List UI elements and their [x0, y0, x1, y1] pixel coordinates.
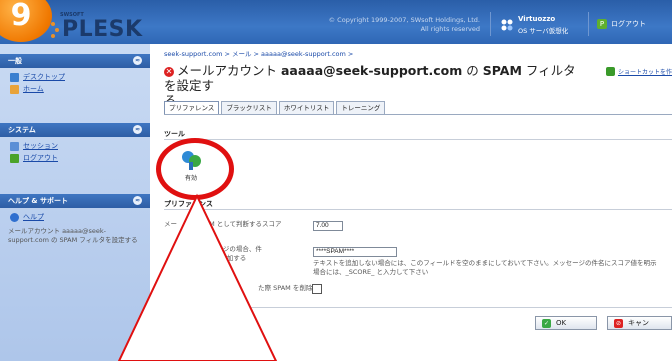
sessions-icon [10, 141, 19, 151]
spam-filter-icon: ✕ [164, 67, 174, 77]
virtuozzo-subtitle[interactable]: OS サーバ仮想化 [518, 25, 568, 35]
desktop-icon [10, 72, 19, 82]
help-icon [10, 212, 19, 222]
tab-whitelist[interactable]: ホワイトリスト [278, 101, 335, 115]
cancel-button[interactable]: ⊘ キャン [607, 316, 672, 330]
subject-label: したメッセージの場合、件 テキストを追加する [184, 245, 262, 262]
header-logout-button[interactable]: P ログアウト [597, 19, 646, 29]
collapse-icon[interactable]: ≈ [133, 196, 142, 205]
home-icon [10, 84, 19, 94]
spam-subject-input[interactable] [313, 247, 397, 257]
collapse-icon[interactable]: ≈ [133, 125, 142, 134]
sidebar-item-logout[interactable]: ログアウト [0, 152, 150, 164]
delete-spam-checkbox[interactable] [312, 284, 322, 294]
sidebar-item-desktop[interactable]: デスクトップ [0, 71, 150, 83]
virtuozzo-title[interactable]: Virtuozzo [518, 15, 555, 23]
score-label: メー SPAM として判断するスコア [164, 220, 282, 228]
plesk-logo-mark-icon [51, 22, 59, 38]
highlight-circle [156, 138, 234, 200]
panel-header-help[interactable]: ヘルプ & サポート ≈ [0, 194, 150, 208]
header-logout-label: ログアウト [611, 20, 646, 28]
tab-blacklist[interactable]: ブラックリスト [221, 101, 277, 115]
sidebar-item-sessions[interactable]: セッション [0, 140, 150, 152]
copyright-text: © Copyright 1999-2007, SWsoft Holdings, … [328, 16, 480, 33]
header-divider [490, 12, 491, 36]
sidebar-panel-system: システム ≈ セッション ログアウト [0, 123, 150, 164]
tab-preferences[interactable]: プリファレンス [164, 101, 220, 115]
footer-divider [164, 307, 672, 308]
tools-heading: ツール [164, 130, 185, 138]
panel-header-system[interactable]: システム ≈ [0, 123, 150, 137]
create-shortcut-link[interactable]: ショートカットを作 [606, 67, 672, 76]
cancel-icon: ⊘ [614, 318, 623, 328]
shortcut-icon [606, 67, 615, 76]
sidebar: 一般 ≈ デスクトップ ホーム システム ≈ セッション ログアウト ヘルプ &… [0, 44, 150, 361]
ok-button[interactable]: ✓ OK [535, 316, 597, 330]
sidebar-panel-help: ヘルプ & サポート ≈ ヘルプ メールアカウント aaaaa@seek-sup… [0, 194, 150, 245]
logout-icon [10, 153, 19, 163]
sidebar-item-home[interactable]: ホーム [0, 83, 150, 95]
tab-bar: プリファレンス ブラックリスト ホワイトリスト トレーニング [164, 101, 387, 115]
plesk-logo: PLESK [62, 17, 143, 42]
preferences-heading: プリファレンス [164, 200, 213, 208]
sidebar-panel-general: 一般 ≈ デスクトップ ホーム [0, 54, 150, 95]
top-header-bar: SWSOFT PLESK © Copyright 1999-2007, SWso… [0, 0, 672, 44]
panel-header-general[interactable]: 一般 ≈ [0, 54, 150, 68]
spam-score-input[interactable] [313, 221, 343, 231]
subject-hint: テキストを追加しない場合には、このフィールドを空のままにしておいて下さい。メッセ… [313, 259, 657, 276]
section-divider-2 [164, 209, 672, 210]
tab-underline [164, 114, 672, 115]
sidebar-item-help[interactable]: ヘルプ [0, 211, 150, 223]
collapse-icon[interactable]: ≈ [133, 56, 142, 65]
delete-spam-label: た際 SPAM を削除 [258, 284, 313, 292]
breadcrumb[interactable]: seek-support.com > メール > aaaaa@seek-supp… [164, 48, 353, 58]
main-content: seek-support.com > メール > aaaaa@seek-supp… [150, 44, 672, 361]
virtuozzo-icon [501, 19, 513, 31]
section-divider [164, 139, 672, 140]
tab-training[interactable]: トレーニング [336, 101, 386, 115]
ok-icon: ✓ [542, 318, 551, 328]
header-divider-2 [588, 12, 589, 36]
help-context-text: メールアカウント aaaaa@seek-support.com の SPAM フ… [8, 227, 138, 244]
logout-icon: P [597, 19, 607, 29]
